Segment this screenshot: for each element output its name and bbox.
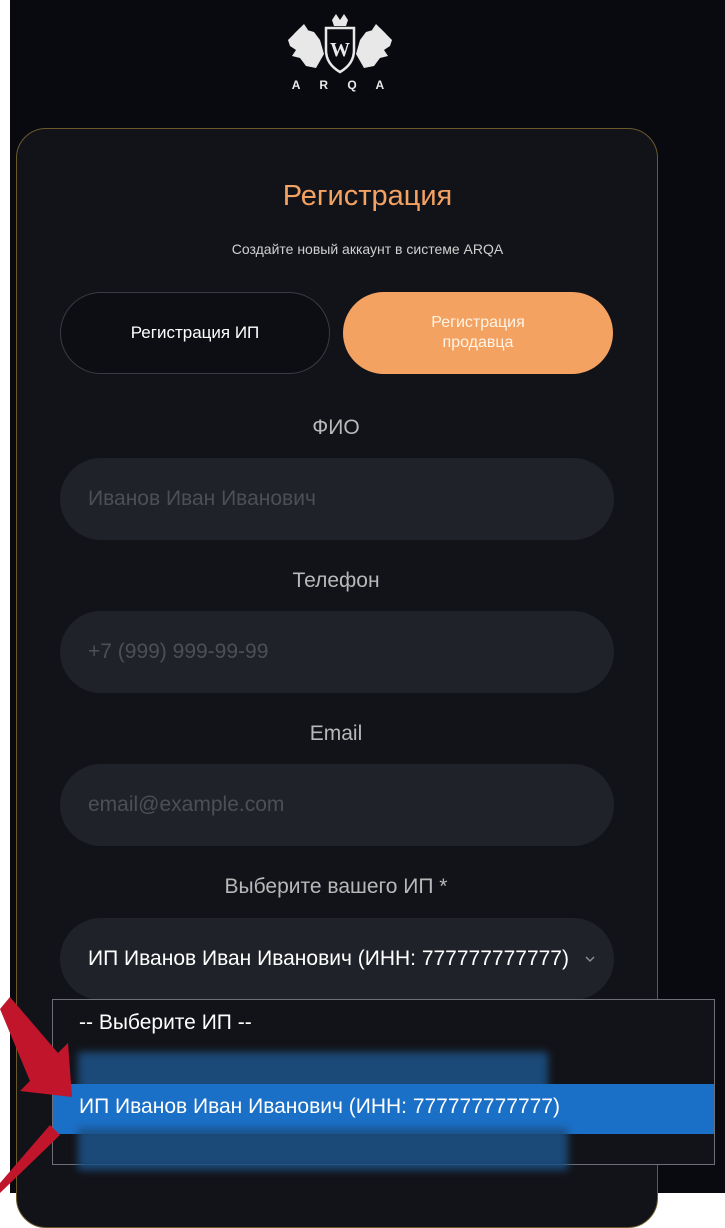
chevron-down-icon <box>585 956 595 963</box>
phone-input[interactable] <box>60 611 614 693</box>
page-subtitle: Создайте новый аккаунт в системе ARQA <box>231 241 504 257</box>
option-placeholder[interactable]: -- Выберите ИП -- <box>53 1011 714 1035</box>
fio-input[interactable] <box>60 458 614 540</box>
svg-text:W: W <box>330 39 350 61</box>
winged-shield-icon: W <box>288 14 392 74</box>
option-ivanov[interactable]: ИП Иванов Иван Иванович (ИНН: 7777777777… <box>53 1095 714 1119</box>
page-title: Регистрация <box>282 180 453 212</box>
annotation-arrow-icon <box>0 997 72 1193</box>
ip-select[interactable]: ИП Иванов Иван Иванович (ИНН: 7777777777… <box>60 918 614 1000</box>
ip-select-value: ИП Иванов Иван Иванович (ИНН: 7777777777… <box>88 947 569 970</box>
logo-text: A R Q A <box>291 78 393 92</box>
email-input[interactable] <box>60 764 614 846</box>
email-label: Email <box>309 722 363 745</box>
blurred-option[interactable] <box>78 1128 568 1170</box>
fio-label: ФИО <box>312 416 360 439</box>
ip-options-dropdown: -- Выберите ИП -- ИП Иванов Иван Иванови… <box>52 999 715 1170</box>
tab-register-seller[interactable]: Регистрация продавца <box>343 292 613 374</box>
phone-label: Телефон <box>292 569 380 592</box>
ip-select-label: Выберите вашего ИП * <box>224 875 448 898</box>
tab-register-ip[interactable]: Регистрация ИП <box>60 292 330 374</box>
arqa-logo: W A R Q A <box>280 10 400 92</box>
